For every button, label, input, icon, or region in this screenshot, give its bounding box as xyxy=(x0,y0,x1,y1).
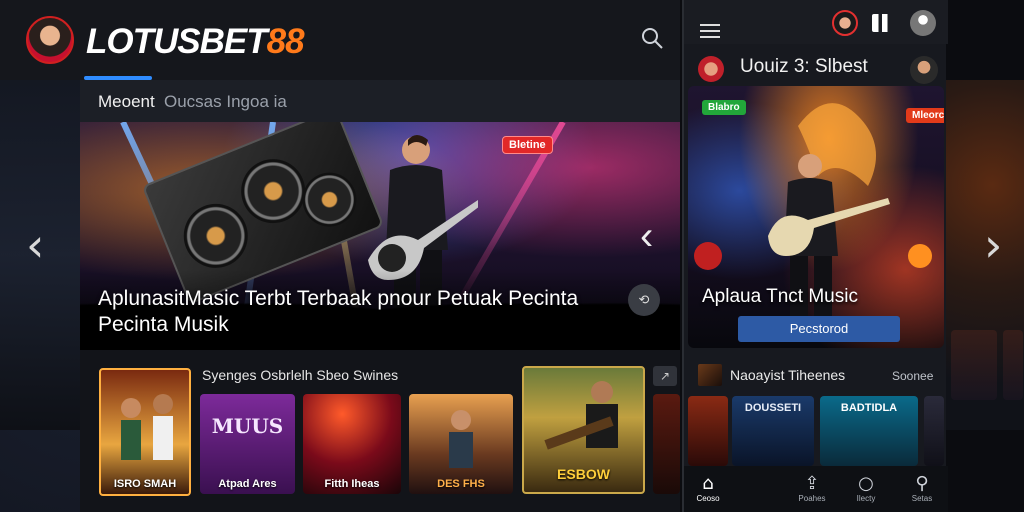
hero-banner[interactable]: Bletine AplunasitMasic Terbt Terbaak pno… xyxy=(80,122,680,350)
card-caption: ESBOW xyxy=(557,466,610,482)
content-card[interactable]: MUUS Atpad Ares xyxy=(200,394,295,494)
nav-item-search[interactable]: ⚲ Setas xyxy=(902,473,942,504)
mobile-content-card[interactable]: DOUSSETI xyxy=(732,396,814,466)
hero-title: AplunasitMasic Terbt Terbaak pnour Petua… xyxy=(98,287,579,336)
search-icon[interactable] xyxy=(640,26,664,50)
hero-action-button[interactable]: ⟲ xyxy=(628,284,660,316)
content-card[interactable]: Fitth Iheas xyxy=(303,394,401,494)
brand-number: 88 xyxy=(266,22,305,61)
signal-icon xyxy=(872,14,894,32)
nav-item-share[interactable]: ⇪ Poahes xyxy=(792,473,832,504)
desktop-view: LOTUSBET88 Meoent Oucsas Ingoa ia Bletin… xyxy=(0,0,680,512)
carousel-next-arrow[interactable]: › xyxy=(984,222,1002,268)
nav-label: Poahes xyxy=(798,494,826,503)
nav-label: Ceoso xyxy=(696,494,720,503)
mobile-content-card[interactable]: BADTIDLA xyxy=(820,396,918,466)
mobile-hero-badge-left: Blabro xyxy=(702,100,746,115)
search-icon: ⚲ xyxy=(915,473,929,494)
content-card[interactable]: ISRO SMAH xyxy=(99,368,191,496)
strip-title: Syenges Osbrlelh Sbeo Swines xyxy=(202,367,399,383)
strip-thumbnail xyxy=(698,364,722,386)
nav-item-circle[interactable]: ○ Ilecty xyxy=(846,473,886,504)
circle-icon: ○ xyxy=(858,473,874,494)
card-caption: Fitth Iheas xyxy=(324,478,380,490)
mobile-top-bar xyxy=(684,0,948,44)
background-tile xyxy=(1003,330,1023,400)
mobile-strip-more-link[interactable]: Soonee xyxy=(892,369,933,383)
hero-badge: Bletine xyxy=(502,136,553,154)
card-caption: DOUSSETI xyxy=(744,402,802,414)
menu-icon[interactable] xyxy=(700,24,720,38)
strip-more-button[interactable]: ↗ xyxy=(653,366,677,386)
card-caption: ISRO SMAH xyxy=(113,478,177,490)
brand-name: LOTUSBET xyxy=(86,22,268,61)
profile-avatar-icon[interactable] xyxy=(832,10,858,36)
home-icon: ⌂ xyxy=(702,473,714,494)
hero-prev-arrow[interactable]: ‹ xyxy=(640,216,653,256)
mobile-hero-button[interactable]: Pecstorod xyxy=(738,316,900,342)
content-card[interactable]: DES FHS xyxy=(409,394,513,494)
mobile-content-card[interactable] xyxy=(688,396,728,466)
user-avatar[interactable] xyxy=(910,56,938,84)
content-card[interactable]: ESBOW xyxy=(522,366,645,494)
mobile-hero-title: Aplaua Tnct Music xyxy=(702,286,858,307)
logo-avatar-icon xyxy=(26,16,74,64)
logo-icon xyxy=(698,56,724,82)
active-tab-indicator xyxy=(84,76,152,80)
user-icon[interactable] xyxy=(910,10,936,36)
background-tile xyxy=(951,330,997,400)
mobile-hero-banner[interactable]: Blabro Mleorcre Aplaua Tnct Music Pecsto… xyxy=(688,86,944,348)
nav-item-home[interactable]: ⌂ Ceoso xyxy=(688,473,728,504)
card-caption: Atpad Ares xyxy=(218,478,277,490)
card-headline: MUUS xyxy=(211,414,284,438)
mobile-strip-title: Naoayist Tiheenes xyxy=(730,367,846,383)
mobile-view: Uouiz 3: Slbest Blabro Mleorcre Aplaua T… xyxy=(682,0,948,512)
share-icon: ⇪ xyxy=(804,473,820,494)
content-card[interactable] xyxy=(653,394,680,494)
tab-home[interactable]: Meoent xyxy=(98,92,155,112)
brand-logo[interactable]: LOTUSBET88 xyxy=(86,22,305,62)
tab-categories[interactable]: Oucsas Ingoa ia xyxy=(164,92,287,112)
app-screen: ‹ › LOTUSBET88 Meoent Oucsas Ingoa ia Bl… xyxy=(0,0,1024,512)
nav-label: Ilecty xyxy=(856,494,876,503)
mobile-content-card[interactable] xyxy=(924,396,944,466)
card-caption: DES FHS xyxy=(437,478,485,490)
card-caption: BADTIDLA xyxy=(840,402,898,414)
mobile-hero-badge-right: Mleorcre xyxy=(906,108,944,123)
mobile-hero-artwork xyxy=(694,103,932,316)
mobile-header-title: Uouiz 3: Slbest xyxy=(740,56,868,77)
nav-label: Setas xyxy=(911,494,933,503)
